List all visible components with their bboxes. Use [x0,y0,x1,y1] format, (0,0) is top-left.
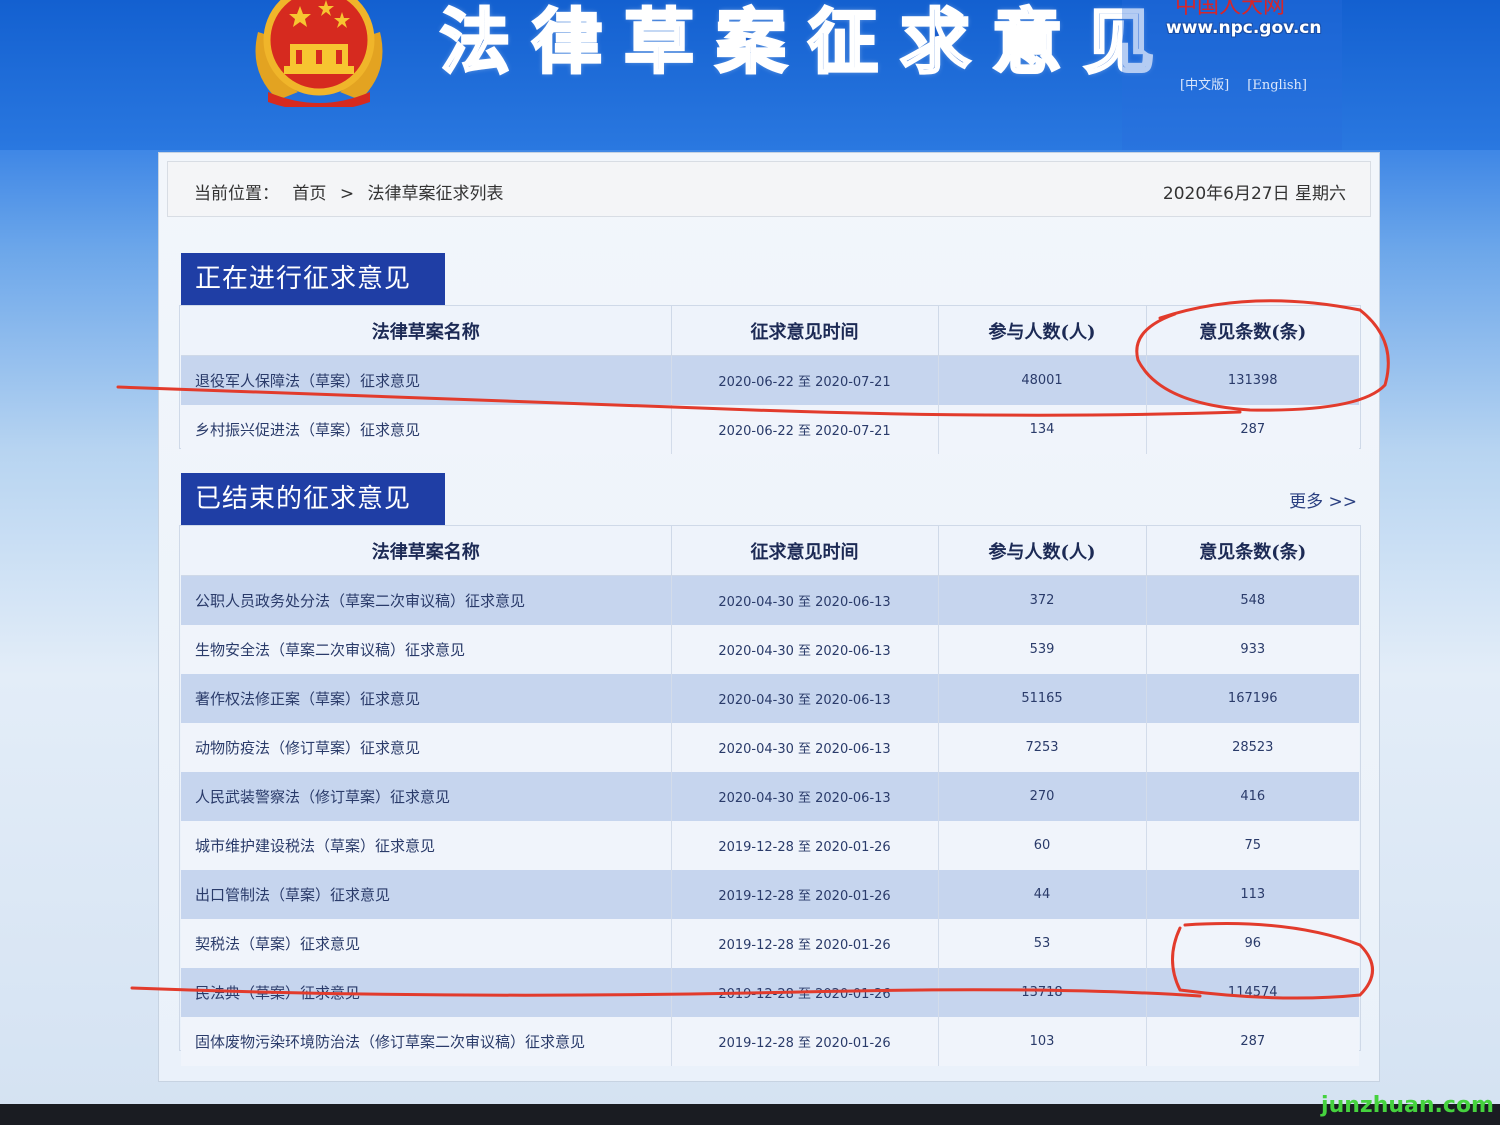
monitor-bezel [0,1104,1500,1125]
table-row[interactable]: 出口管制法（草案）征求意见 2019-12-28 至 2020-01-26 44… [181,870,1359,919]
period-cell: 2020-04-30 至 2020-06-13 [671,723,939,772]
comments-cell: 933 [1146,625,1359,674]
col-header-comments: 意见条数(条) [1146,526,1359,576]
participants-cell: 13718 [938,968,1147,1017]
breadcrumb-current: 法律草案征求列表 [367,184,504,204]
law-name-link[interactable]: 契税法（草案）征求意见 [181,919,672,968]
participants-cell: 53 [938,919,1147,968]
period-cell: 2020-04-30 至 2020-06-13 [671,674,939,723]
watermark: junzhuan.com [1321,1093,1494,1118]
law-name-link[interactable]: 公职人员政务处分法（草案二次审议稿）征求意见 [181,575,672,625]
law-name-link[interactable]: 固体废物污染环境防治法（修订草案二次审议稿）征求意见 [181,1017,672,1066]
table-row[interactable]: 动物防疫法（修订草案）征求意见 2020-04-30 至 2020-06-13 … [181,723,1359,772]
comments-cell: 167196 [1146,674,1359,723]
table-row[interactable]: 公职人员政务处分法（草案二次审议稿）征求意见 2020-04-30 至 2020… [181,575,1359,625]
comments-cell: 287 [1146,405,1359,454]
comments-cell: 28523 [1146,723,1359,772]
breadcrumb-separator: > [339,184,355,204]
current-date: 2020年6月27日 星期六 [1162,184,1346,204]
participants-cell: 48001 [938,355,1147,405]
law-name-link[interactable]: 动物防疫法（修订草案）征求意见 [181,723,672,772]
col-header-period: 征求意见时间 [671,306,939,356]
table-row[interactable]: 契税法（草案）征求意见 2019-12-28 至 2020-01-26 53 9… [181,919,1359,968]
participants-cell: 372 [938,575,1147,625]
col-header-name: 法律草案名称 [181,526,672,576]
col-header-name: 法律草案名称 [181,306,672,356]
table-row[interactable]: 著作权法修正案（草案）征求意见 2020-04-30 至 2020-06-13 … [181,674,1359,723]
ongoing-section-title: 正在进行征求意见 [181,253,445,305]
period-cell: 2020-04-30 至 2020-06-13 [671,625,939,674]
period-cell: 2019-12-28 至 2020-01-26 [671,968,939,1017]
closed-table: 法律草案名称 征求意见时间 参与人数(人) 意见条数(条) 公职人员政务处分法（… [181,526,1359,1066]
site-header: 法律草案征求意见 中国人大网 www.npc.gov.cn [中文版] [Eng… [0,0,1500,150]
more-link[interactable]: 更多 >> [1289,487,1357,512]
site-title: 法律草案征求意见 [439,0,1176,85]
law-name-link[interactable]: 著作权法修正案（草案）征求意见 [181,674,672,723]
law-name-link[interactable]: 民法典（草案）征求意见 [181,968,672,1017]
participants-cell: 7253 [938,723,1147,772]
lang-english-link[interactable]: [English] [1247,78,1307,93]
law-name-link[interactable]: 城市维护建设税法（草案）征求意见 [181,821,672,870]
table-header-row: 法律草案名称 征求意见时间 参与人数(人) 意见条数(条) [181,526,1359,576]
col-header-comments: 意见条数(条) [1146,306,1359,356]
npc-logo-text[interactable]: 中国人大网 [1175,0,1285,20]
participants-cell: 60 [938,821,1147,870]
breadcrumb-home-link[interactable]: 首页 [292,184,326,204]
participants-cell: 103 [938,1017,1147,1066]
comments-cell: 75 [1146,821,1359,870]
table-row[interactable]: 乡村振兴促进法（草案）征求意见 2020-06-22 至 2020-07-21 … [181,405,1359,454]
national-emblem-icon [255,0,383,107]
period-cell: 2020-06-22 至 2020-07-21 [671,405,939,454]
comments-cell: 287 [1146,1017,1359,1066]
law-name-link[interactable]: 人民武装警察法（修订草案）征求意见 [181,772,672,821]
period-cell: 2020-04-30 至 2020-06-13 [671,575,939,625]
col-header-period: 征求意见时间 [671,526,939,576]
comments-cell: 416 [1146,772,1359,821]
law-name-link[interactable]: 生物安全法（草案二次审议稿）征求意见 [181,625,672,674]
period-cell: 2019-12-28 至 2020-01-26 [671,870,939,919]
participants-cell: 270 [938,772,1147,821]
law-name-link[interactable]: 退役军人保障法（草案）征求意见 [181,355,672,405]
breadcrumb: 当前位置： 首页 > 法律草案征求列表 [194,179,511,204]
table-row[interactable]: 固体废物污染环境防治法（修订草案二次审议稿）征求意见 2019-12-28 至 … [181,1017,1359,1066]
npc-url[interactable]: www.npc.gov.cn [1166,18,1321,38]
comments-cell: 96 [1146,919,1359,968]
participants-cell: 44 [938,870,1147,919]
breadcrumb-label: 当前位置： [194,184,279,204]
ongoing-table: 法律草案名称 征求意见时间 参与人数(人) 意见条数(条) 退役军人保障法（草案… [181,306,1359,454]
period-cell: 2020-06-22 至 2020-07-21 [671,355,939,405]
law-name-link[interactable]: 出口管制法（草案）征求意见 [181,870,672,919]
table-row[interactable]: 人民武装警察法（修订草案）征求意见 2020-04-30 至 2020-06-1… [181,772,1359,821]
closed-section-title: 已结束的征求意见 [181,473,445,525]
main-panel: 当前位置： 首页 > 法律草案征求列表 2020年6月27日 星期六 正在进行征… [158,152,1380,1082]
law-name-link[interactable]: 乡村振兴促进法（草案）征求意见 [181,405,672,454]
table-row[interactable]: 生物安全法（草案二次审议稿）征求意见 2020-04-30 至 2020-06-… [181,625,1359,674]
period-cell: 2019-12-28 至 2020-01-26 [671,1017,939,1066]
comments-cell: 548 [1146,575,1359,625]
period-cell: 2019-12-28 至 2020-01-26 [671,821,939,870]
breadcrumb-bar: 当前位置： 首页 > 法律草案征求列表 2020年6月27日 星期六 [167,161,1371,217]
col-header-participants: 参与人数(人) [938,306,1147,356]
period-cell: 2019-12-28 至 2020-01-26 [671,919,939,968]
comments-cell: 114574 [1146,968,1359,1017]
comments-cell: 131398 [1146,355,1359,405]
table-row[interactable]: 城市维护建设税法（草案）征求意见 2019-12-28 至 2020-01-26… [181,821,1359,870]
period-cell: 2020-04-30 至 2020-06-13 [671,772,939,821]
table-header-row: 法律草案名称 征求意见时间 参与人数(人) 意见条数(条) [181,306,1359,356]
comments-cell: 113 [1146,870,1359,919]
participants-cell: 51165 [938,674,1147,723]
participants-cell: 539 [938,625,1147,674]
col-header-participants: 参与人数(人) [938,526,1147,576]
language-switch: [中文版] [English] [1180,74,1321,93]
table-row[interactable]: 退役军人保障法（草案）征求意见 2020-06-22 至 2020-07-21 … [181,355,1359,405]
table-row[interactable]: 民法典（草案）征求意见 2019-12-28 至 2020-01-26 1371… [181,968,1359,1017]
lang-chinese-link[interactable]: [中文版] [1180,78,1229,93]
participants-cell: 134 [938,405,1147,454]
